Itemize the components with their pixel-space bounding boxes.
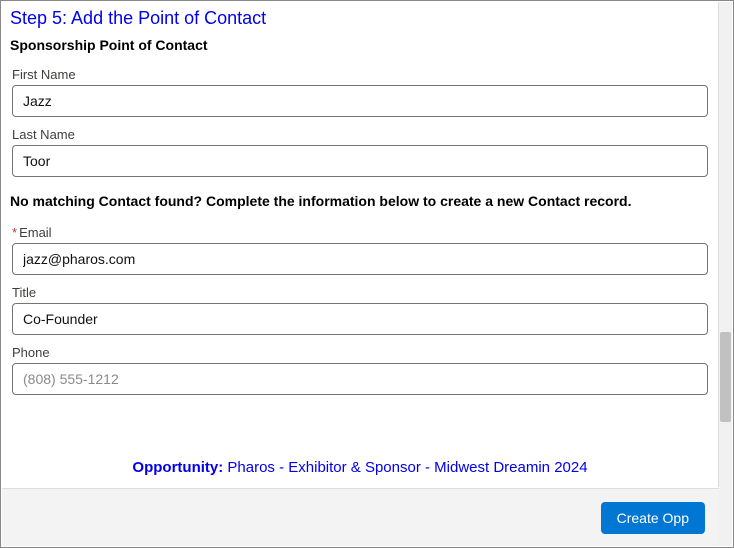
last-name-label: Last Name xyxy=(12,127,708,142)
opportunity-line: Opportunity: Pharos - Exhibitor & Sponso… xyxy=(2,401,718,476)
title-label: Title xyxy=(12,285,708,300)
email-label: *Email xyxy=(12,225,708,240)
email-field: *Email xyxy=(2,221,718,281)
email-label-text: Email xyxy=(19,225,52,240)
opportunity-value: Pharos - Exhibitor & Sponsor - Midwest D… xyxy=(227,459,587,476)
dialog-frame: Step 5: Add the Point of Contact Sponsor… xyxy=(0,0,734,548)
footer-bar: Create Opp xyxy=(2,488,719,546)
last-name-input[interactable] xyxy=(12,145,708,177)
last-name-field: Last Name xyxy=(2,123,718,183)
required-asterisk: * xyxy=(12,225,17,240)
first-name-label: First Name xyxy=(12,67,708,82)
create-opp-button[interactable]: Create Opp xyxy=(601,502,705,534)
title-field: Title xyxy=(2,281,718,341)
phone-label: Phone xyxy=(12,345,708,360)
first-name-input[interactable] xyxy=(12,85,708,117)
title-input[interactable] xyxy=(12,303,708,335)
phone-field: Phone xyxy=(2,341,718,401)
step-title: Step 5: Add the Point of Contact xyxy=(2,2,718,31)
opportunity-label: Opportunity: xyxy=(132,459,227,476)
form-body: Step 5: Add the Point of Contact Sponsor… xyxy=(2,2,719,487)
vertical-scrollbar-thumb[interactable] xyxy=(720,332,731,422)
phone-input[interactable] xyxy=(12,363,708,395)
vertical-scrollbar-track[interactable] xyxy=(719,2,732,546)
first-name-field: First Name xyxy=(2,63,718,123)
email-input[interactable] xyxy=(12,243,708,275)
section-heading: Sponsorship Point of Contact xyxy=(2,31,718,63)
no-match-helper-text: No matching Contact found? Complete the … xyxy=(2,183,718,221)
